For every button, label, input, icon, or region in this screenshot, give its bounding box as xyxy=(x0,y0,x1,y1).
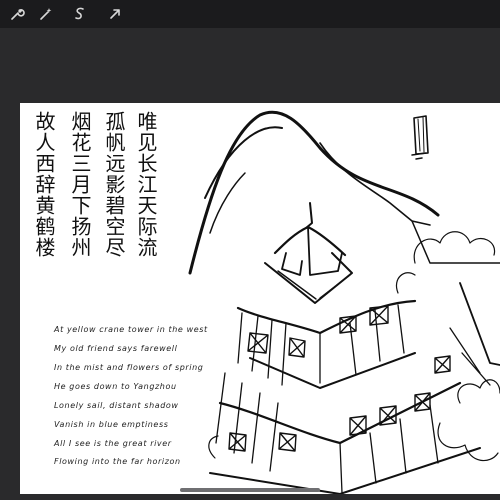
tower-sketch xyxy=(188,110,500,494)
top-toolbar xyxy=(0,0,500,28)
home-indicator[interactable] xyxy=(180,488,320,492)
canvas-area[interactable]: 唯见长江天际流 孤帆远影碧空尽 烟花三月下扬州 故人西辞黄鹤楼 At yello… xyxy=(0,28,500,500)
selection-icon[interactable] xyxy=(69,3,91,25)
magic-wand-icon[interactable] xyxy=(35,3,57,25)
transform-arrow-icon[interactable] xyxy=(104,3,126,25)
drawing-canvas[interactable]: 唯见长江天际流 孤帆远影碧空尽 烟花三月下扬州 故人西辞黄鹤楼 At yello… xyxy=(20,103,500,494)
wrench-icon[interactable] xyxy=(6,3,28,25)
